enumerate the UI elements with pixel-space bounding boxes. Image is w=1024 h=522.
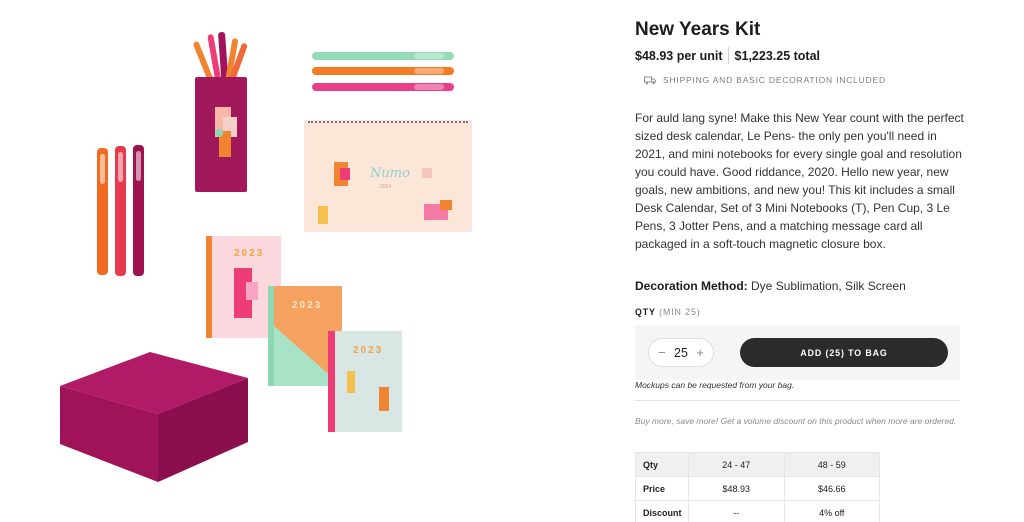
pen-cup-image xyxy=(190,30,250,195)
table-row: Price $48.93 $46.66 xyxy=(635,476,880,501)
add-to-bag-button[interactable]: ADD (25) TO BAG xyxy=(740,338,948,367)
product-description: For auld lang syne! Make this New Year c… xyxy=(635,111,964,251)
mockup-note: Mockups can be requested from your bag. xyxy=(635,380,795,390)
price-divider xyxy=(727,47,729,64)
decoration-method: Decoration Method: Dye Sublimation, Silk… xyxy=(635,279,906,293)
calendar-logo: Numo xyxy=(370,166,410,181)
quantity-label: QTY (MIN 25) xyxy=(635,307,701,317)
desk-calendar-image: Numo 2024 xyxy=(304,120,472,232)
price-row: $48.93 per unit $1,223.25 total xyxy=(635,47,820,64)
jotter-pen-red xyxy=(115,146,126,276)
truck-icon xyxy=(644,76,656,84)
shipping-note-text: SHIPPING AND BASIC DECORATION INCLUDED xyxy=(663,75,886,85)
gift-box-shape xyxy=(60,352,248,482)
le-pen-pink xyxy=(312,83,454,91)
le-pen-orange xyxy=(312,67,454,75)
decoration-value: Dye Sublimation, Silk Screen xyxy=(751,279,906,293)
price-per-unit: $48.93 per unit xyxy=(635,48,723,63)
table-row: Discount -- 4% off xyxy=(635,500,880,522)
product-image-gallery: Numo 2024 2023 2023 2023 xyxy=(0,0,610,522)
quantity-box: − 25 + ADD (25) TO BAG xyxy=(635,325,960,380)
calendar-year: 2024 xyxy=(380,184,392,190)
quantity-stepper[interactable]: − 25 + xyxy=(648,338,714,367)
increment-button[interactable]: + xyxy=(696,346,704,359)
notebook-grey-image: 2023 xyxy=(328,331,402,432)
price-total: $1,223.25 total xyxy=(734,48,821,63)
jotter-pen-orange xyxy=(97,148,108,275)
le-pen-mint xyxy=(312,52,454,60)
shipping-note: SHIPPING AND BASIC DECORATION INCLUDED xyxy=(644,75,886,85)
quantity-value[interactable]: 25 xyxy=(674,346,688,360)
volume-discount-table: Qty 24 - 47 48 - 59 Price $48.93 $46.66 … xyxy=(635,452,880,522)
volume-discount-intro: Buy more, save more! Get a volume discou… xyxy=(635,416,957,426)
section-divider xyxy=(635,400,960,401)
table-row: Qty 24 - 47 48 - 59 xyxy=(635,452,880,477)
decrement-button[interactable]: − xyxy=(658,346,666,359)
jotter-pen-magenta xyxy=(133,145,144,276)
gift-box-image xyxy=(60,352,250,482)
decoration-label: Decoration Method: xyxy=(635,279,748,293)
quantity-min-note: (MIN 25) xyxy=(659,307,701,317)
product-title: New Years Kit xyxy=(635,19,761,40)
